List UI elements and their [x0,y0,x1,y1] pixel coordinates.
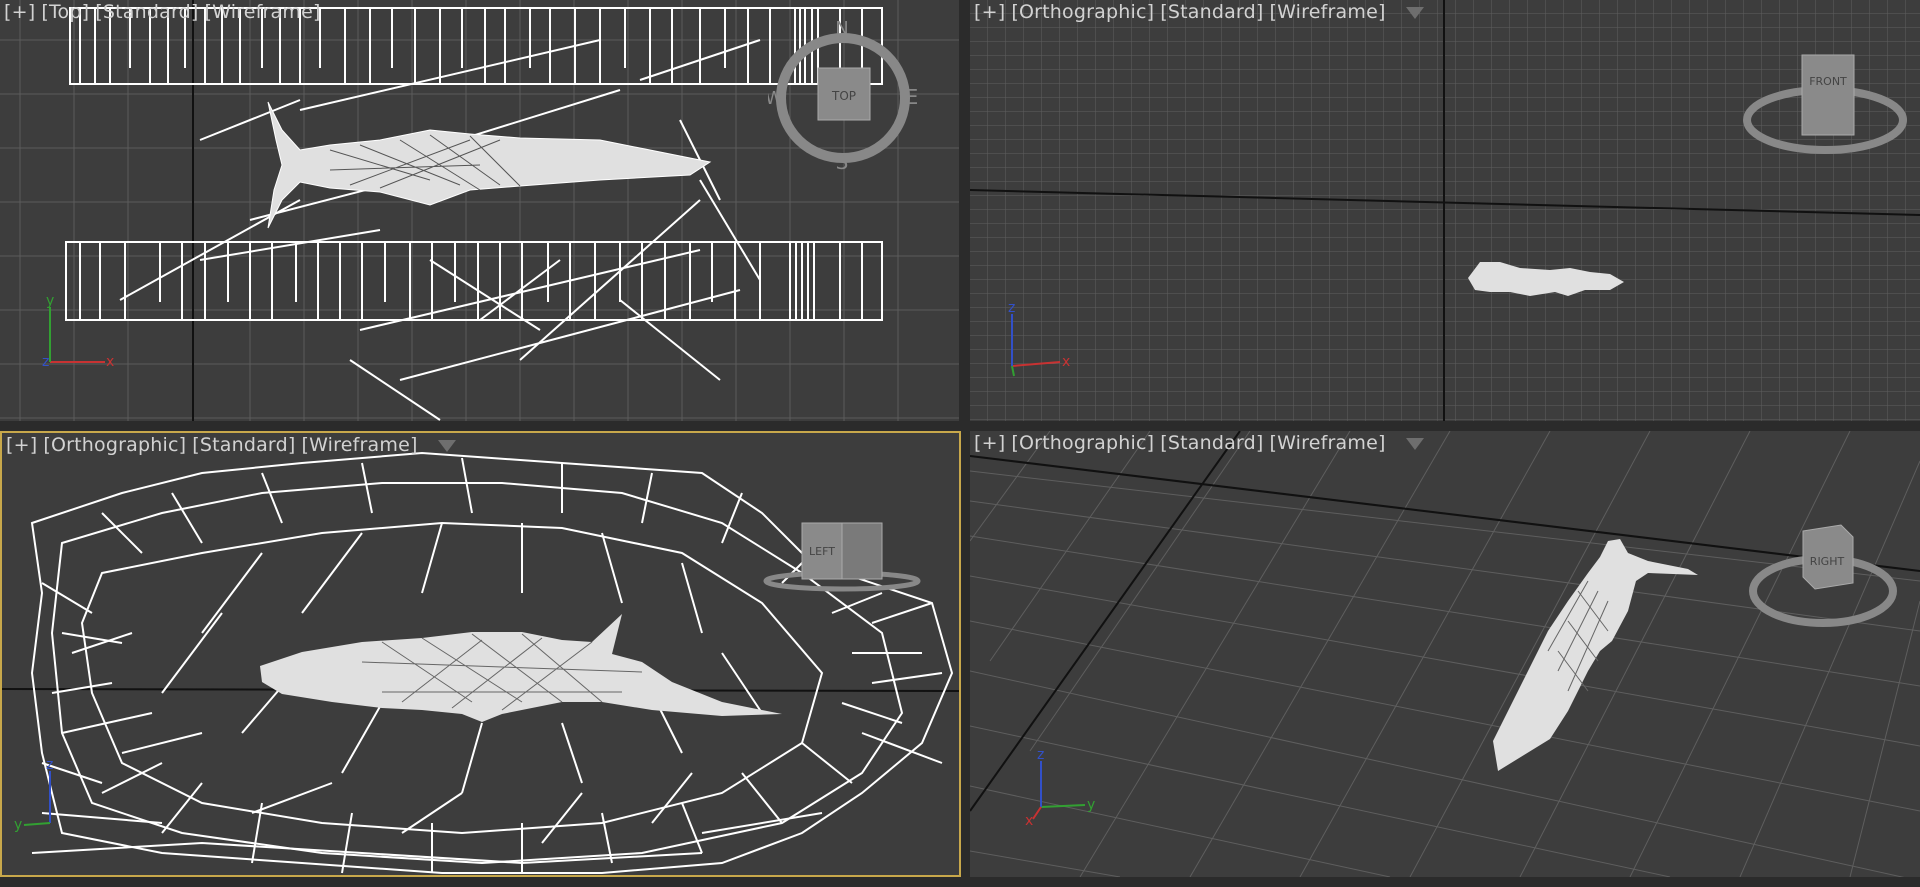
viewport-top-label: [+] [Top] [Standard] [Wireframe] [4,1,327,23]
viewport-top-mode-menu[interactable]: [Wireframe] [205,1,321,23]
axis-z-label: z [42,354,49,370]
viewcube-persp-face: RIGHT [1810,555,1845,568]
viewport-persp-filter-icon[interactable] [1405,437,1424,450]
viewport-left-mode-menu[interactable]: [Wireframe] [301,434,417,456]
viewport-persp-scene [970,431,1920,877]
viewport-front-mode-menu[interactable]: [Wireframe] [1269,1,1385,23]
viewport-front-label: [+] [Orthographic] [Standard] [Wireframe] [974,1,1430,23]
viewport-persp-mode-menu[interactable]: [Wireframe] [1269,432,1385,454]
axis-x-label: x [1062,354,1070,370]
axis-y-label: y [46,293,54,309]
viewport-persp-view-menu[interactable]: [Orthographic] [1011,432,1154,454]
compass-north: N [835,20,848,39]
axis-x-label: x [106,354,114,370]
viewport-left-filter-icon[interactable] [437,439,456,452]
viewport-left-view-menu[interactable]: [Orthographic] [43,434,186,456]
axis-z-label: z [46,757,53,773]
axis-z-label: z [1037,747,1044,763]
viewport-front-plus-menu[interactable]: [+] [974,1,1005,23]
axis-tripod-top: x y z [42,293,114,370]
viewport-front-shading-menu[interactable]: [Standard] [1160,1,1263,23]
viewport-left-shading-menu[interactable]: [Standard] [192,434,295,456]
viewport-top[interactable]: [+] [Top] [Standard] [Wireframe] TOP N E S … [0,0,959,421]
viewport-left-scene [2,451,959,874]
axis-y-label: y [1087,797,1095,813]
viewport-persp-label: [+] [Orthographic] [Standard] [Wireframe] [974,432,1430,454]
axis-tripod-front: x z [1008,300,1070,377]
viewport-left[interactable]: [+] [Orthographic] [Standard] [Wireframe] L… [0,431,961,877]
viewport-top-shading-menu[interactable]: [Standard] [95,1,198,23]
viewport-front[interactable]: [+] [Orthographic] [Standard] [Wireframe] F… [970,0,1920,421]
viewport-front-view-menu[interactable]: [Orthographic] [1011,1,1154,23]
viewport-persp[interactable]: [+] [Orthographic] [Standard] [Wireframe] R… [970,431,1920,877]
viewcube-left[interactable]: LEFT [762,519,932,609]
axis-z-label: z [1008,300,1015,316]
viewport-top-plus-menu[interactable]: [+] [4,1,35,23]
viewcube-top-face: TOP [831,89,856,103]
viewcube-persp[interactable]: RIGHT [1745,511,1905,641]
viewport-persp-shading-menu[interactable]: [Standard] [1160,432,1263,454]
axis-x-label: x [1025,813,1033,827]
viewcube-left-face: LEFT [809,545,835,558]
axis-y-label: y [14,817,22,833]
viewport-front-filter-icon[interactable] [1405,6,1424,19]
axis-tripod-persp: y z x [1025,747,1095,827]
viewcube-top[interactable]: TOP N E S W [768,20,918,170]
axis-tripod-left: z y [14,757,53,833]
compass-east: E [906,85,918,109]
compass-south: S [836,150,849,170]
compass-west: W [768,88,783,109]
viewport-left-label: [+] [Orthographic] [Standard] [Wireframe] [6,434,462,456]
viewcube-front[interactable]: FRONT [1740,45,1910,165]
viewcube-front-face: FRONT [1809,75,1847,88]
viewport-persp-plus-menu[interactable]: [+] [974,432,1005,454]
viewport-top-view-menu[interactable]: [Top] [41,1,89,23]
viewport-left-plus-menu[interactable]: [+] [6,434,37,456]
